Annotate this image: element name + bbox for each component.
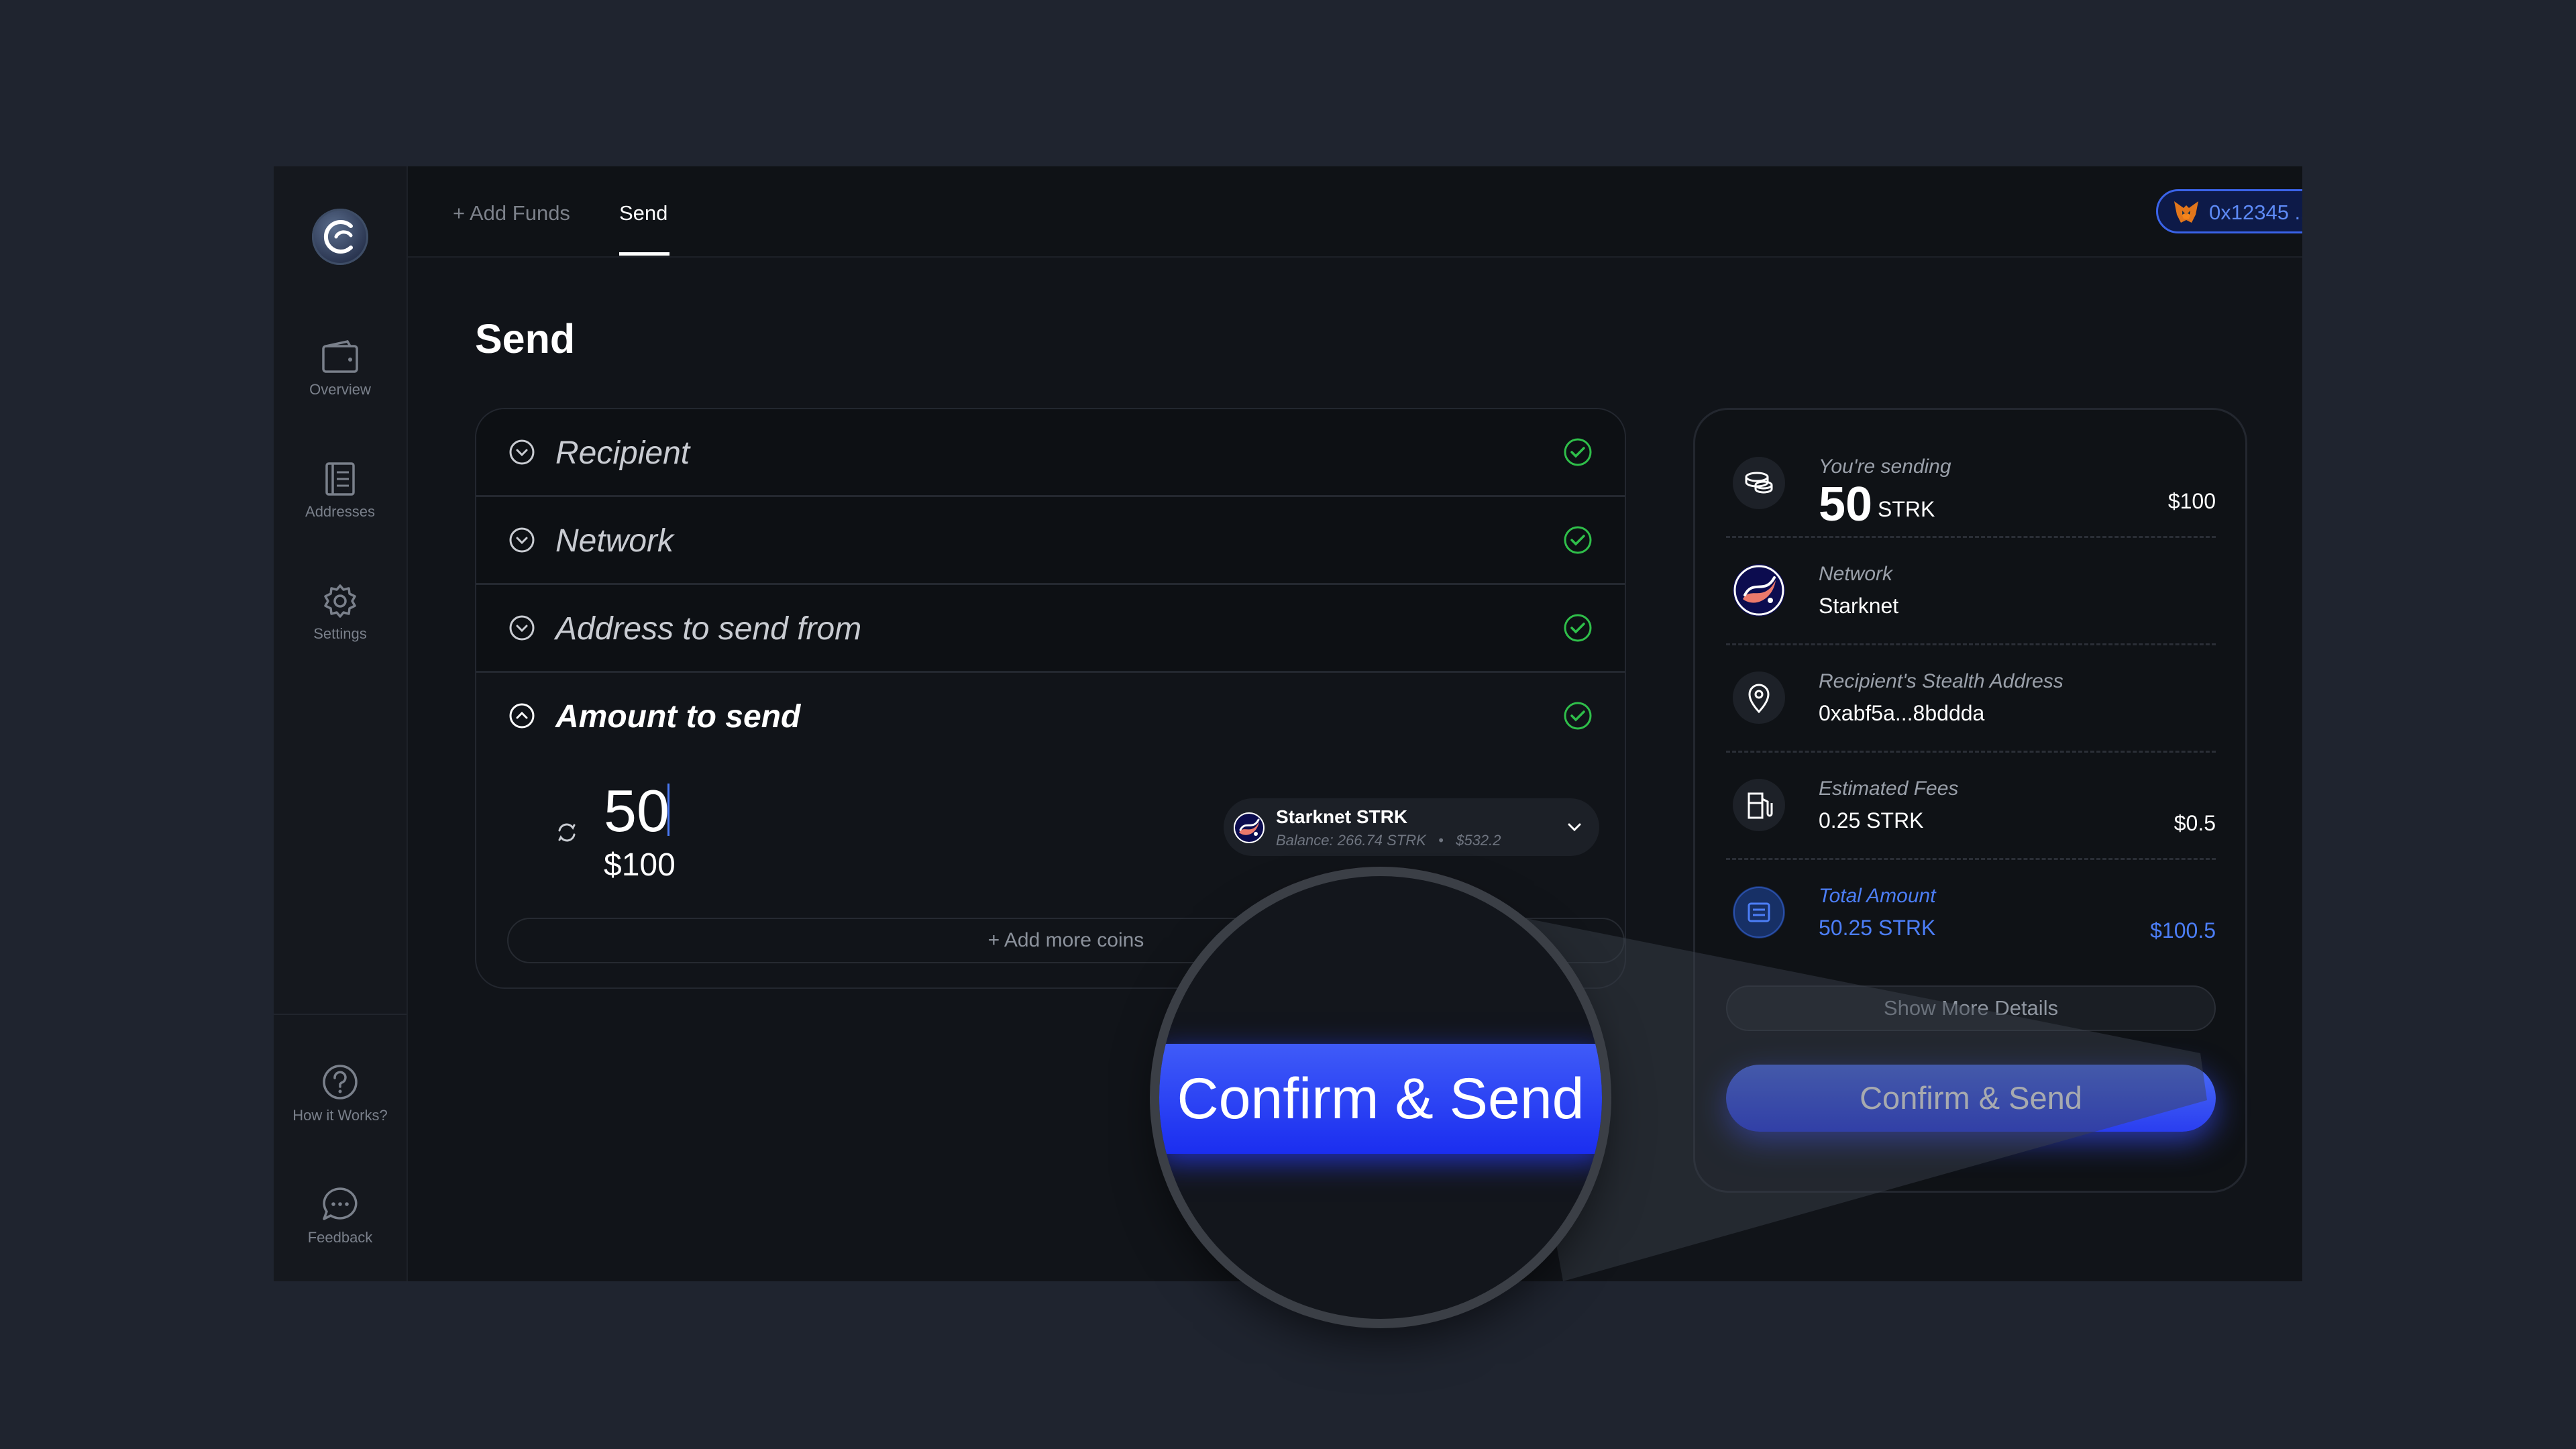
magnifier-lens: Confirm & Send [1159,876,1602,1319]
magnified-confirm-send-button: Confirm & Send [1159,1044,1602,1154]
